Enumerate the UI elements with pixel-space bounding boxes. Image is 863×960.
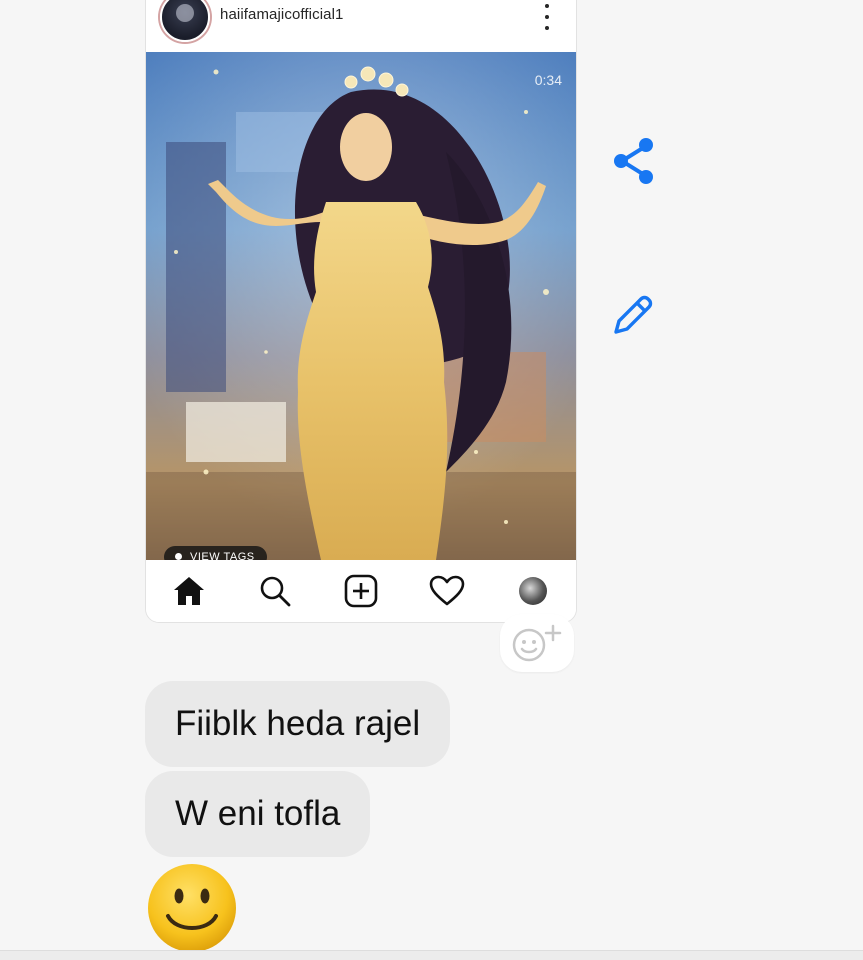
message-bubble[interactable]: Fiiblk heda rajel: [145, 681, 451, 767]
post-username[interactable]: haiifamajicofficial1: [220, 6, 343, 23]
view-tags-button[interactable]: VIEW TAGS: [164, 546, 267, 560]
share-icon[interactable]: [608, 136, 658, 186]
more-options-icon[interactable]: [542, 4, 552, 30]
message-bubble[interactable]: W eni tofla: [145, 771, 371, 857]
bottom-divider: [0, 950, 863, 960]
shared-post-card[interactable]: haiifamajicofficial1 0:34 VIEW TAGS: [145, 0, 577, 623]
profile-avatar[interactable]: [515, 573, 551, 609]
heart-icon[interactable]: [429, 573, 465, 609]
add-reaction-icon[interactable]: [500, 614, 574, 672]
post-author-avatar[interactable]: [160, 0, 210, 42]
instagram-tab-bar: [146, 560, 576, 622]
home-icon[interactable]: [171, 573, 207, 609]
post-header: haiifamajicofficial1: [146, 0, 576, 52]
post-video[interactable]: 0:34 VIEW TAGS: [146, 52, 576, 560]
pencil-icon[interactable]: [608, 290, 658, 340]
smiling-face-emoji[interactable]: [146, 862, 238, 954]
video-duration: 0:34: [534, 72, 562, 88]
video-frame: [146, 52, 576, 560]
search-icon[interactable]: [257, 573, 293, 609]
chat-screen: haiifamajicofficial1 0:34 VIEW TAGS Fiib…: [0, 0, 863, 960]
add-post-icon[interactable]: [343, 573, 379, 609]
